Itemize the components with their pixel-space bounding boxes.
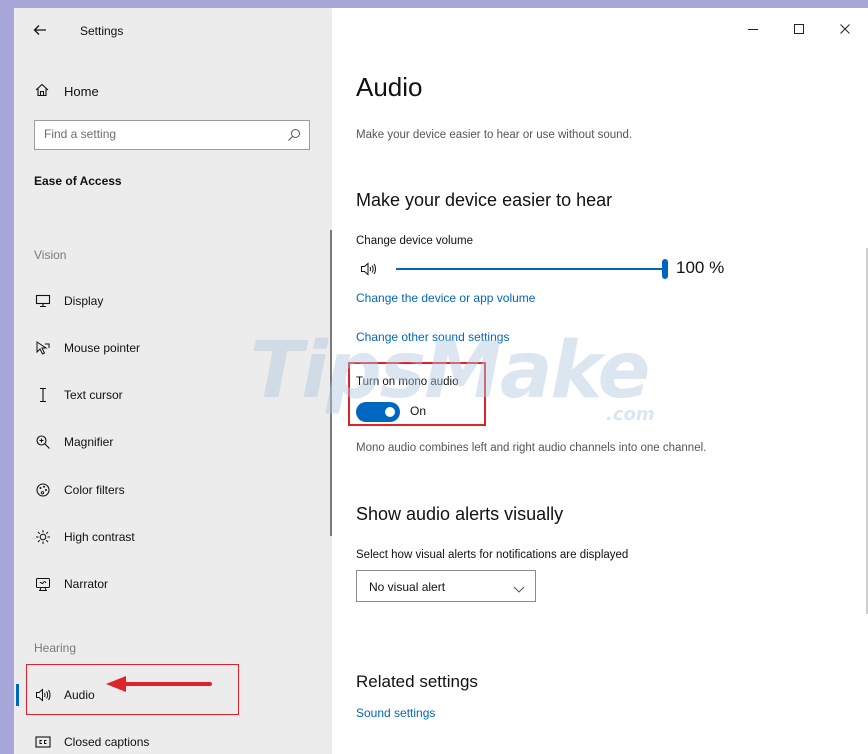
- volume-slider-row: 100 %: [356, 258, 736, 280]
- sidebar-item-label: Narrator: [64, 577, 109, 591]
- sidebar-item-label: Mouse pointer: [64, 341, 141, 355]
- sidebar-item-mouse-pointer[interactable]: Mouse pointer: [34, 338, 140, 358]
- alerts-select-label: Select how visual alerts for notificatio…: [356, 549, 629, 561]
- magnifier-icon: [34, 433, 52, 451]
- search-box[interactable]: [34, 120, 310, 150]
- sidebar-item-high-contrast[interactable]: High contrast: [34, 527, 135, 547]
- sidebar-item-home[interactable]: Home: [34, 82, 99, 101]
- page-title: Audio: [356, 72, 423, 102]
- sidebar-item-label: Color filters: [64, 483, 125, 497]
- group-label-vision: Vision: [34, 248, 67, 262]
- sidebar-item-narrator[interactable]: Narrator: [34, 574, 108, 594]
- minimize-icon[interactable]: [730, 14, 776, 44]
- sidebar-item-label: Display: [64, 294, 104, 308]
- selection-indicator: [16, 684, 19, 706]
- heading-alerts: Show audio alerts visually: [356, 504, 564, 524]
- closed-captions-icon: [34, 733, 52, 751]
- page-subtitle: Make your device easier to hear or use w…: [356, 129, 633, 141]
- sidebar-item-closed-captions[interactable]: Closed captions: [34, 732, 149, 752]
- chevron-down-icon: [513, 581, 525, 593]
- window-title: Settings: [80, 24, 124, 38]
- section-title: Ease of Access: [34, 174, 122, 188]
- visual-alert-dropdown[interactable]: No visual alert: [356, 570, 536, 602]
- sidebar-item-label: Text cursor: [64, 388, 123, 402]
- narrator-icon: [34, 575, 52, 593]
- maximize-icon[interactable]: [776, 14, 822, 44]
- sidebar-item-label: High contrast: [64, 530, 135, 544]
- search-icon[interactable]: [287, 128, 301, 142]
- sidebar-item-text-cursor[interactable]: Text cursor: [34, 385, 123, 405]
- sidebar-item-label: Magnifier: [64, 435, 114, 449]
- window-controls: [730, 14, 868, 44]
- sidebar-item-magnifier[interactable]: Magnifier: [34, 432, 113, 452]
- sidebar-item-display[interactable]: Display: [34, 291, 103, 311]
- mono-audio-description: Mono audio combines left and right audio…: [356, 442, 707, 454]
- text-cursor-icon: [34, 386, 52, 404]
- back-arrow-icon[interactable]: [32, 22, 48, 38]
- link-sound-settings[interactable]: Sound settings: [356, 706, 435, 720]
- heading-hear: Make your device easier to hear: [356, 190, 613, 210]
- search-input[interactable]: [44, 127, 274, 141]
- main-content: Audio Make your device easier to hear or…: [332, 8, 868, 754]
- sidebar-item-color-filters[interactable]: Color filters: [34, 480, 125, 500]
- high-contrast-icon: [34, 528, 52, 546]
- color-filters-icon: [34, 481, 52, 499]
- home-icon: [34, 82, 50, 101]
- heading-related: Related settings: [356, 672, 478, 691]
- home-label: Home: [64, 84, 99, 99]
- mouse-pointer-icon: [34, 339, 52, 357]
- close-icon[interactable]: [822, 14, 868, 44]
- highlight-box-mono: [348, 362, 486, 426]
- volume-value: 100 %: [676, 258, 725, 277]
- sidebar: Settings Home Ease of Access Vision Disp…: [14, 8, 332, 754]
- group-label-hearing: Hearing: [34, 641, 77, 655]
- link-other-sound-settings[interactable]: Change other sound settings: [356, 330, 509, 344]
- speaker-icon: [360, 261, 378, 282]
- sidebar-item-label: Closed captions: [64, 735, 150, 749]
- settings-window: Settings Home Ease of Access Vision Disp…: [14, 8, 868, 754]
- red-arrow-annotation: [106, 676, 212, 692]
- link-device-app-volume[interactable]: Change the device or app volume: [356, 291, 535, 305]
- volume-slider[interactable]: [396, 268, 664, 270]
- display-icon: [34, 292, 52, 310]
- volume-slider-thumb[interactable]: [662, 259, 668, 279]
- volume-label: Change device volume: [356, 235, 473, 247]
- dropdown-value: No visual alert: [369, 580, 446, 594]
